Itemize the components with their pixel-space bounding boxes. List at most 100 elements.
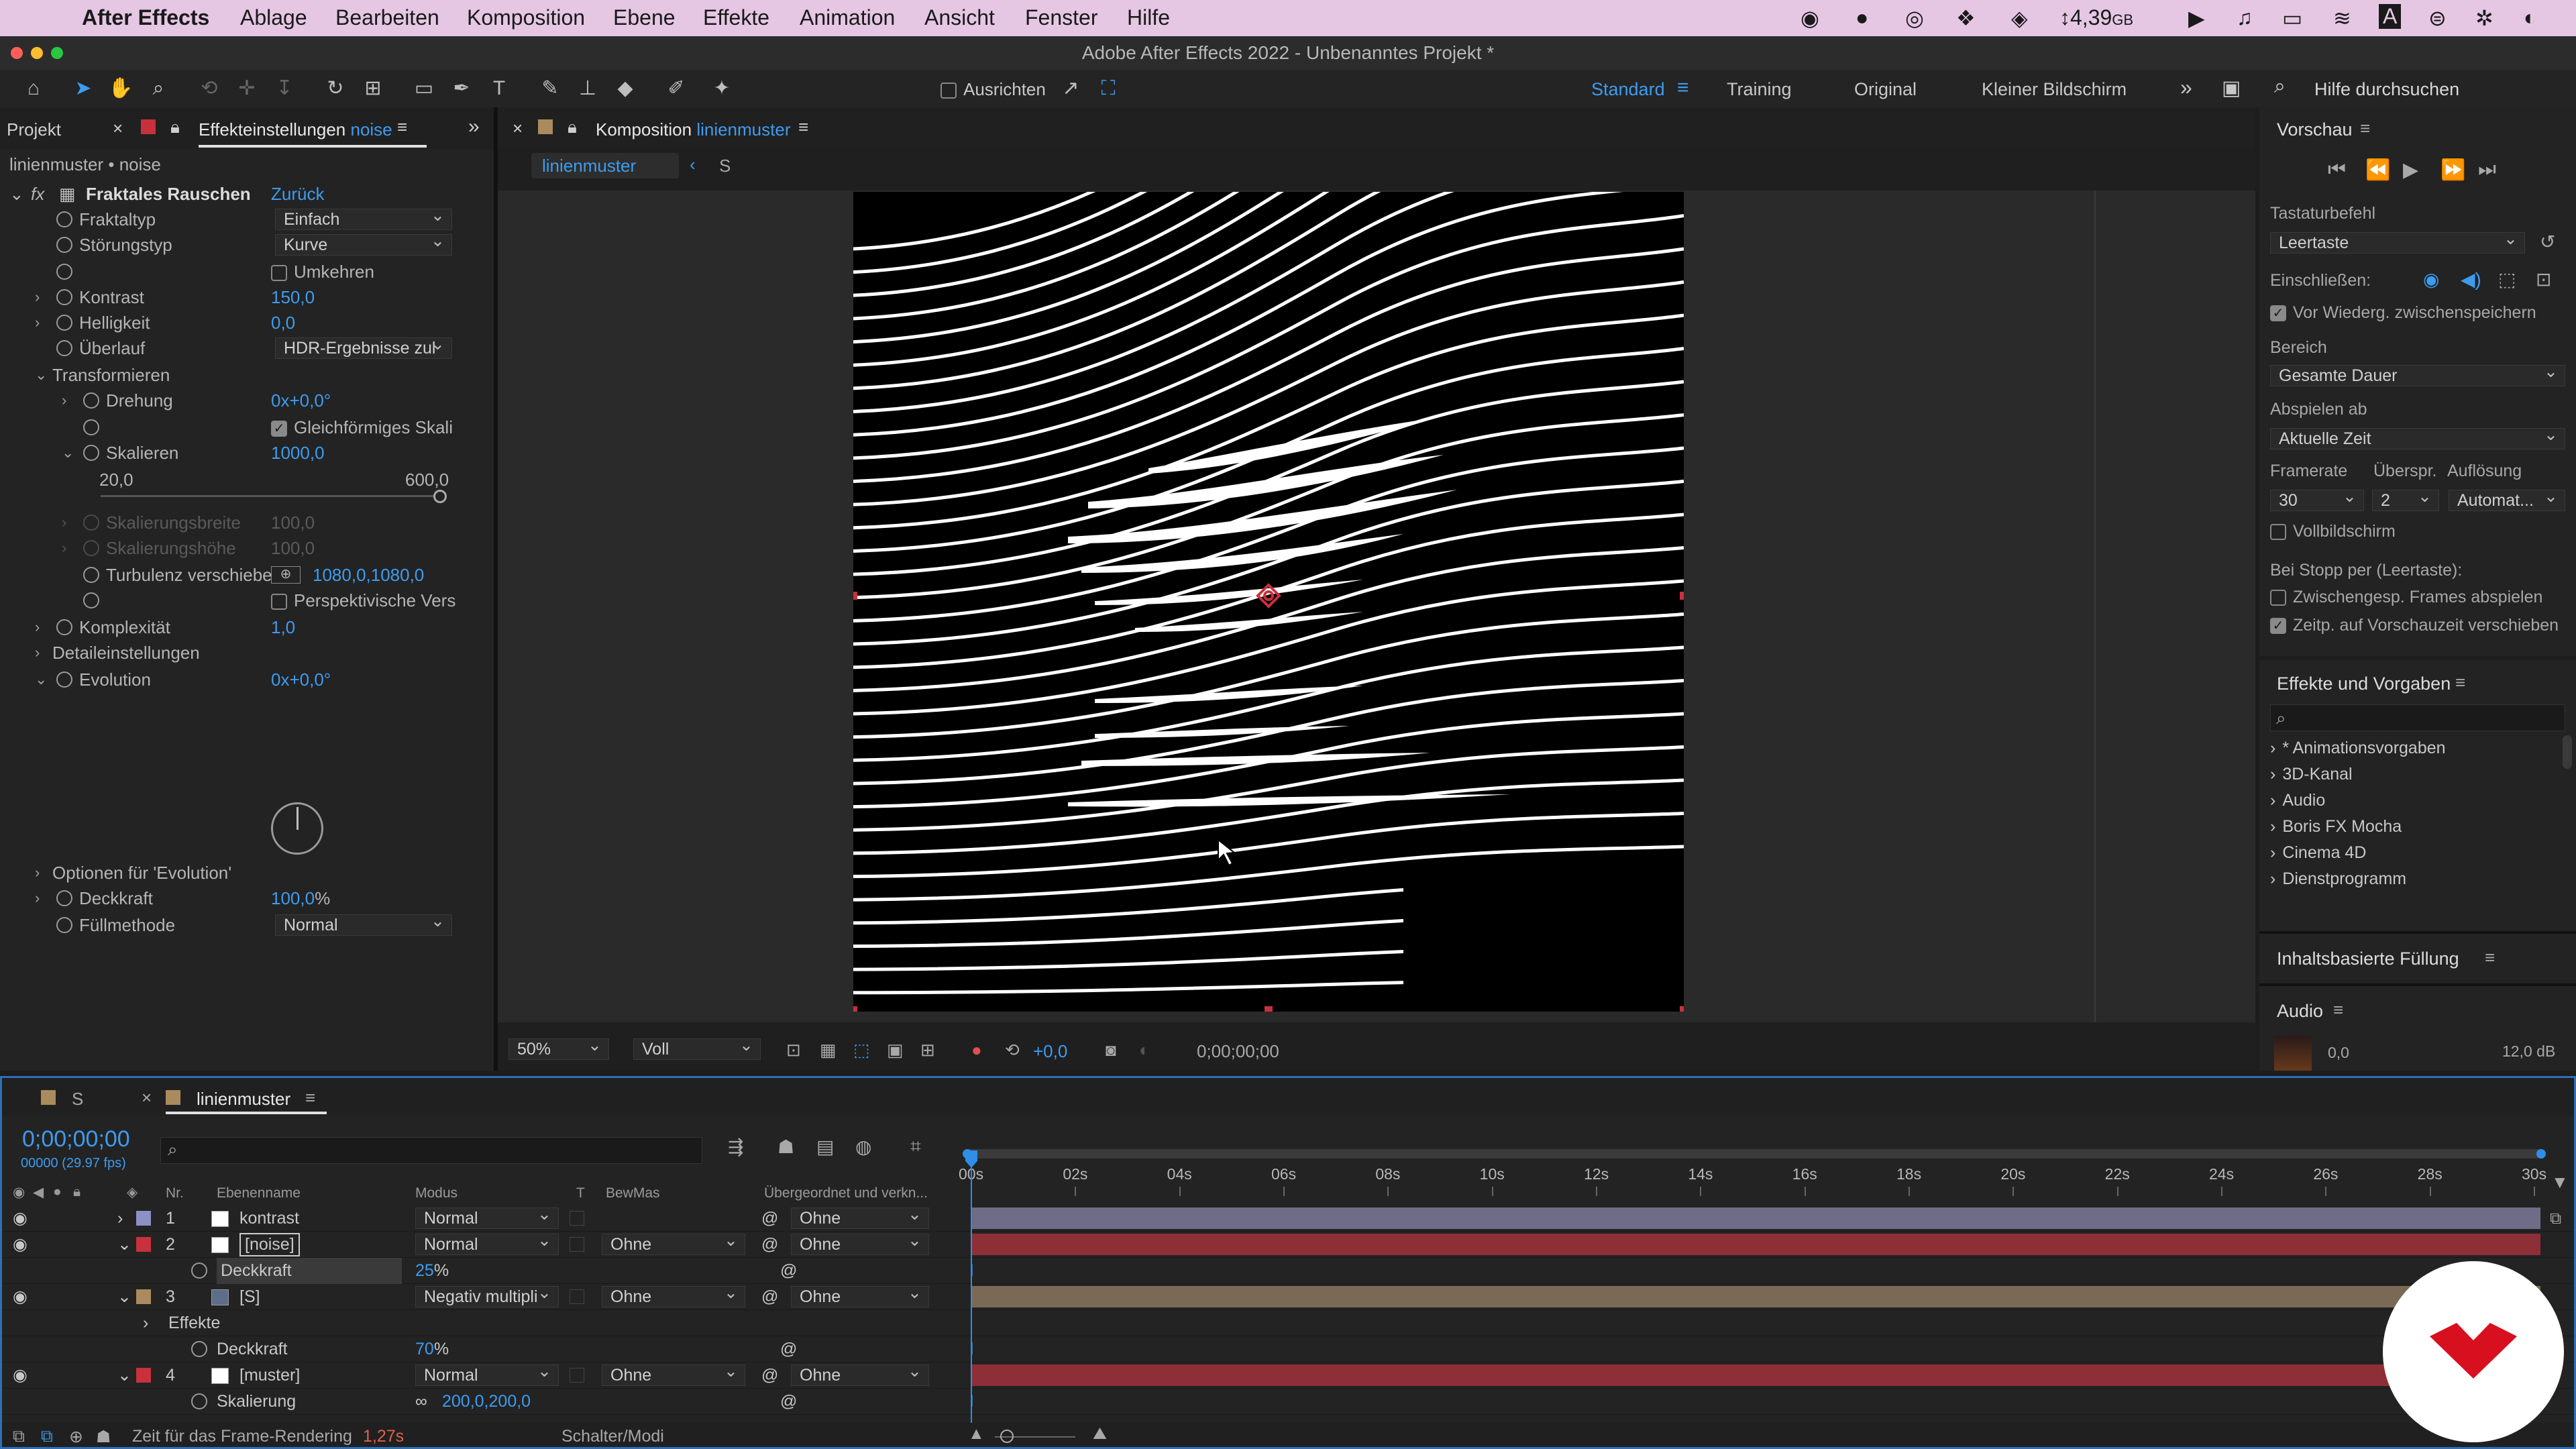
perspektivisch-checkbox-wrap[interactable]: Perspektivische Vers bbox=[271, 588, 455, 613]
rotate-tool-icon[interactable]: ↻ bbox=[322, 75, 349, 102]
visibility-eye-icon[interactable]: ◉ bbox=[13, 1284, 28, 1310]
selection-tool-icon[interactable]: ➤ bbox=[70, 75, 97, 102]
exposure-value[interactable]: +0,0 bbox=[1033, 1041, 1067, 1062]
prev-frame-icon[interactable]: ⏪ bbox=[2365, 158, 2390, 182]
snap-option-icon[interactable]: ↗ bbox=[1057, 75, 1084, 102]
toggle-switches-modes[interactable]: Schalter/Modi bbox=[561, 1427, 664, 1446]
stopwatch-icon[interactable] bbox=[56, 289, 72, 305]
roto-brush-icon[interactable]: ✐ bbox=[663, 75, 690, 102]
lock-column-icon[interactable]: 🔒︎ bbox=[73, 1184, 80, 1200]
fullscreen-option[interactable]: Vollbildschirm bbox=[2270, 522, 2396, 541]
framerate-dropdown[interactable]: 30 bbox=[2270, 490, 2364, 511]
expand-icon[interactable]: › bbox=[35, 310, 40, 335]
include-video-icon[interactable]: ◉ bbox=[2423, 268, 2439, 290]
layer-search-input[interactable]: ⌕ bbox=[160, 1137, 702, 1164]
skalieren-slider-track[interactable] bbox=[101, 495, 441, 497]
collapse-icon[interactable]: ⌄ bbox=[35, 667, 47, 692]
cached-frames-option[interactable]: Zwischengesp. Frames abspielen bbox=[2270, 588, 2542, 607]
stopwatch-icon[interactable] bbox=[56, 237, 72, 253]
stopwatch-icon[interactable] bbox=[56, 672, 72, 688]
shortcut-dropdown[interactable]: Leertaste bbox=[2270, 232, 2525, 254]
tab-linienmuster[interactable]: linienmuster bbox=[197, 1089, 290, 1110]
comment-icon[interactable]: ☗ bbox=[96, 1427, 111, 1447]
home-icon[interactable]: ⌂ bbox=[20, 75, 47, 102]
comp-canvas[interactable] bbox=[853, 192, 1684, 1012]
expand-panel-icon[interactable]: » bbox=[468, 115, 480, 138]
zoom-tool-icon[interactable]: ⌕ bbox=[145, 75, 172, 102]
comp-viewer-area[interactable] bbox=[498, 191, 2255, 1022]
zoom-dropdown[interactable]: 50% bbox=[508, 1038, 609, 1060]
dolly-camera-icon[interactable]: ↧ bbox=[271, 75, 298, 102]
stopwatch-icon[interactable] bbox=[56, 211, 72, 227]
kontrast-value[interactable]: 150,0 bbox=[271, 284, 315, 310]
timeline-group-row[interactable]: › Effekte bbox=[2, 1310, 2574, 1336]
stopwatch-icon[interactable] bbox=[56, 315, 72, 331]
status-icon-3[interactable]: ◎ bbox=[1905, 5, 1924, 31]
grid-guides-icon[interactable]: ⊞ bbox=[920, 1040, 935, 1061]
frame-blending-icon[interactable]: ▤ bbox=[816, 1136, 834, 1158]
parent-dropdown[interactable]: Ohne bbox=[791, 1364, 929, 1386]
tab-close-icon[interactable]: × bbox=[513, 118, 523, 139]
playhead-line[interactable] bbox=[971, 1150, 972, 1432]
headphones-icon[interactable]: ♫ bbox=[2237, 5, 2253, 30]
expression-pickwhip-icon[interactable]: @ bbox=[780, 1258, 797, 1284]
pickwhip-icon[interactable]: @ bbox=[761, 1284, 778, 1310]
stopwatch-icon[interactable] bbox=[83, 392, 99, 409]
include-audio-icon[interactable]: ◀) bbox=[2461, 268, 2481, 290]
control-center-icon[interactable]: ⊜ bbox=[2428, 5, 2447, 31]
parent-dropdown[interactable]: Ohne bbox=[791, 1234, 929, 1255]
tab-close-icon[interactable]: × bbox=[113, 118, 123, 139]
text-tool-icon[interactable]: T bbox=[486, 75, 513, 102]
eraser-tool-icon[interactable]: ◆ bbox=[612, 75, 639, 102]
timeline-layer-row[interactable]: ◉ ⌄ 4 [muster] Normal Ohne @ Ohne bbox=[2, 1362, 2574, 1389]
include-layer-controls-icon[interactable]: ⊡ bbox=[2536, 268, 2551, 290]
expand-icon[interactable]: › bbox=[35, 885, 40, 911]
reset-shortcut-icon[interactable]: ↺ bbox=[2540, 231, 2555, 253]
menu-bearbeiten[interactable]: Bearbeiten bbox=[335, 5, 439, 30]
expand-icon[interactable]: › bbox=[35, 860, 40, 885]
stopwatch-icon[interactable] bbox=[83, 419, 99, 435]
perspektivisch-checkbox[interactable] bbox=[271, 594, 287, 610]
fuellmethode-dropdown[interactable]: Normal bbox=[275, 914, 452, 936]
layer-label-color[interactable] bbox=[136, 1289, 151, 1304]
orbit-camera-icon[interactable]: ⟲ bbox=[196, 75, 223, 102]
layer-name[interactable]: kontrast bbox=[239, 1205, 299, 1232]
battery-icon[interactable]: ▭ bbox=[2282, 5, 2302, 31]
drehung-value[interactable]: 0x+0,0° bbox=[271, 388, 331, 413]
workspace-menu-icon[interactable]: ≡ bbox=[1677, 76, 1689, 99]
panel-menu-icon[interactable]: ≡ bbox=[2485, 947, 2495, 968]
preview-resolution-dropdown[interactable]: Automat... bbox=[2449, 490, 2565, 511]
menu-komposition[interactable]: Komposition bbox=[467, 5, 585, 30]
show-snapshot-icon[interactable]: ◐ bbox=[1139, 1040, 1150, 1061]
workspace-standard[interactable]: Standard bbox=[1591, 79, 1665, 100]
expand-icon[interactable]: › bbox=[2270, 765, 2275, 784]
panel-menu-icon[interactable]: ≡ bbox=[2455, 672, 2465, 693]
menu-animation[interactable]: Animation bbox=[800, 5, 895, 30]
effects-search-input[interactable]: ⌕ bbox=[2270, 704, 2565, 731]
fast-previews-icon[interactable]: ⊡ bbox=[786, 1040, 801, 1061]
stoerungstyp-dropdown[interactable]: Kurve bbox=[275, 234, 452, 256]
expression-pickwhip-icon[interactable]: @ bbox=[780, 1389, 797, 1415]
cache-checkbox[interactable]: ✓ bbox=[2270, 305, 2286, 322]
timeline-property-row[interactable]: Deckkraft 25% @ I bbox=[2, 1258, 2574, 1284]
effect-category-item[interactable]: › Dienstprogramm bbox=[2270, 866, 2406, 892]
workspace-layout-icon[interactable]: ▣ bbox=[2222, 76, 2241, 100]
stopwatch-icon[interactable] bbox=[83, 592, 99, 608]
hand-tool-icon[interactable]: ✋ bbox=[107, 75, 134, 102]
property-value[interactable]: 25% bbox=[415, 1258, 449, 1284]
evolution-value[interactable]: 0x+0,0° bbox=[271, 667, 331, 692]
layer-mode-dropdown[interactable]: Normal bbox=[415, 1208, 559, 1229]
collapse-icon[interactable]: ⌄ bbox=[35, 362, 47, 388]
expand-icon[interactable]: › bbox=[35, 640, 40, 665]
preserve-transparency-toggle[interactable] bbox=[570, 1211, 584, 1226]
collapse-icon[interactable]: ⌄ bbox=[117, 1284, 131, 1310]
play-status-icon[interactable]: ▶ bbox=[2188, 5, 2205, 31]
track-matte-dropdown[interactable]: Ohne bbox=[602, 1364, 745, 1386]
tab-close-icon[interactable]: × bbox=[142, 1087, 152, 1108]
panel-menu-icon[interactable]: ≡ bbox=[2360, 118, 2370, 139]
transfer-controls-icon[interactable]: ⧉ bbox=[41, 1427, 53, 1446]
collapse-effect-icon[interactable]: ⌄ bbox=[9, 181, 24, 207]
timeline-property-row[interactable]: Skalierung 200,0,200,0 ∞ @ I bbox=[2, 1389, 2574, 1415]
pickwhip-icon[interactable]: @ bbox=[761, 1232, 778, 1258]
preserve-transparency-toggle[interactable] bbox=[570, 1237, 584, 1252]
